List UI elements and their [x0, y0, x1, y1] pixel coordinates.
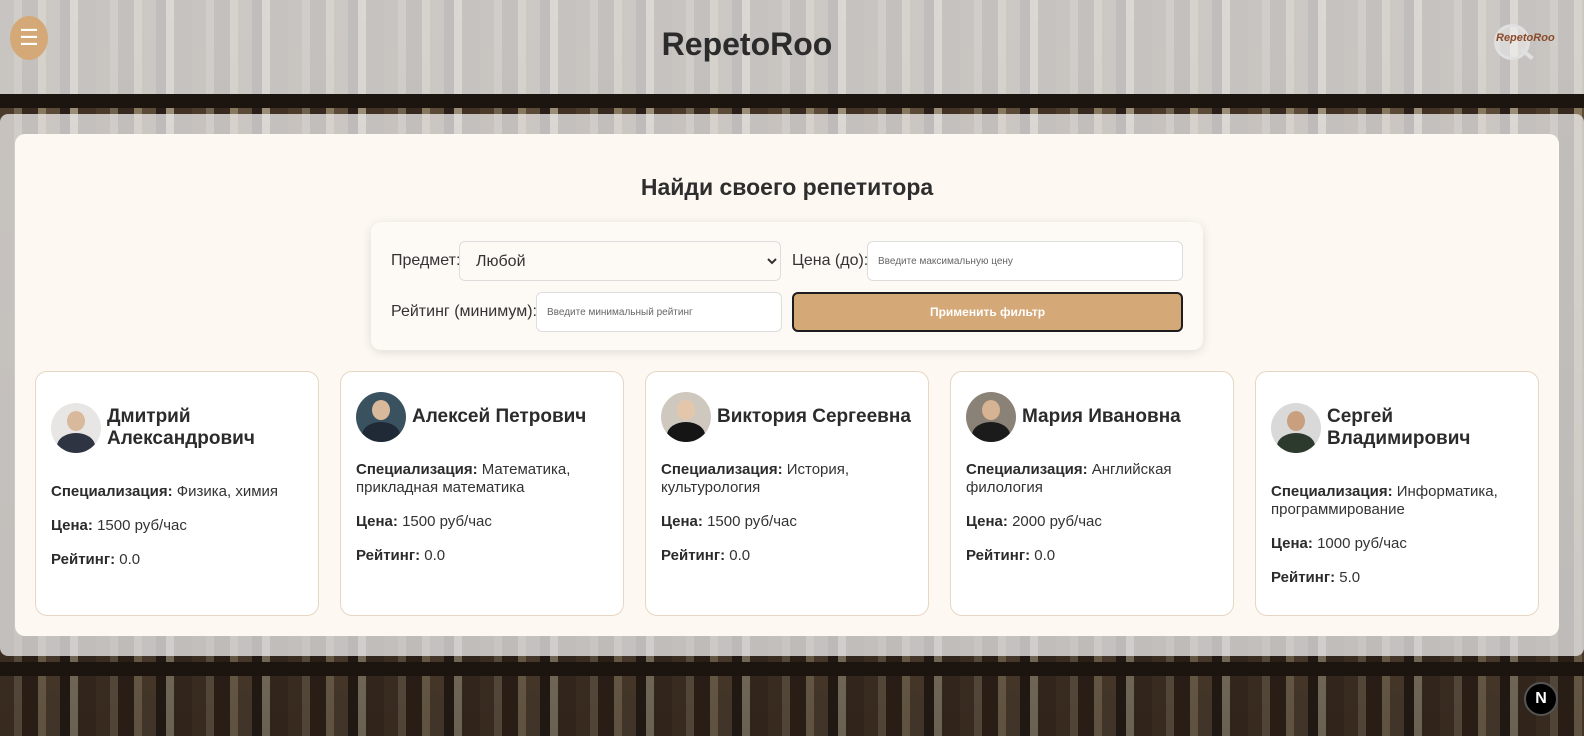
avatar	[356, 392, 406, 442]
max-price-input[interactable]	[867, 241, 1183, 281]
shelf-divider	[0, 662, 1584, 676]
tutor-card[interactable]: Сергей Владимирович Специализация: Инфор…	[1255, 371, 1539, 616]
rating-label: Рейтинг (минимум):	[391, 303, 537, 320]
tutor-specialization: Специализация: Математика, прикладная ма…	[356, 461, 571, 496]
tutor-rating: Рейтинг: 0.0	[966, 547, 1056, 564]
avatar	[966, 392, 1016, 442]
tutor-name: Виктория Сергеевна	[717, 406, 911, 427]
tutor-price: Цена: 2000 руб/час	[966, 513, 1102, 530]
tutor-specialization: Специализация: Английская филология	[966, 461, 1172, 496]
nextjs-dev-badge[interactable]: N	[1524, 682, 1558, 716]
tutor-name: Алексей Петрович	[412, 406, 587, 427]
apply-filter-button[interactable]: Применить фильтр	[792, 292, 1183, 332]
tutor-name: Мария Ивановна	[1022, 406, 1181, 427]
tutor-specialization: Специализация: Физика, химия	[51, 483, 279, 500]
tutor-price: Цена: 1500 руб/час	[661, 513, 797, 530]
tutor-card[interactable]: Виктория Сергеевна Специализация: Истори…	[645, 371, 929, 616]
avatar	[51, 403, 101, 453]
tutor-specialization: Специализация: История, культурология	[661, 461, 850, 496]
logo-text: RepetoRoo	[1496, 32, 1555, 44]
price-label: Цена (до):	[792, 252, 869, 269]
tutor-name: Дмитрий Александрович	[107, 406, 255, 449]
min-rating-input[interactable]	[536, 292, 782, 332]
shelf-divider	[0, 94, 1584, 108]
subject-label: Предмет:	[391, 252, 461, 269]
tutor-card[interactable]: Мария Ивановна Специализация: Английская…	[950, 371, 1234, 616]
tutor-price: Цена: 1000 руб/час	[1271, 535, 1407, 552]
tutor-rating: Рейтинг: 5.0	[1271, 569, 1361, 586]
tutor-card[interactable]: Дмитрий Александрович Специализация: Физ…	[35, 371, 319, 616]
tutor-name: Сергей Владимирович	[1327, 406, 1471, 449]
top-header: ☰ RepetoRoo RepetoRoo	[0, 0, 1584, 94]
filter-form: Предмет: Любой Цена (до): Рейтинг (миним…	[371, 222, 1203, 350]
tutor-rating: Рейтинг: 0.0	[356, 547, 446, 564]
tutor-rating: Рейтинг: 0.0	[661, 547, 751, 564]
avatar	[661, 392, 711, 442]
avatar	[1271, 403, 1321, 453]
tutor-price: Цена: 1500 руб/час	[356, 513, 492, 530]
tutor-price: Цена: 1500 руб/час	[51, 517, 187, 534]
subject-select[interactable]: Любой	[459, 241, 781, 281]
app-logo[interactable]: RepetoRoo	[1490, 20, 1562, 64]
app-title: RepetoRoo	[661, 26, 833, 62]
tutor-specialization: Специализация: Информатика, программиров…	[1271, 483, 1498, 518]
tutor-rating: Рейтинг: 0.0	[51, 551, 141, 568]
page-title: Найди своего репетитора	[640, 174, 934, 200]
tutor-card[interactable]: Алексей Петрович Специализация: Математи…	[340, 371, 624, 616]
